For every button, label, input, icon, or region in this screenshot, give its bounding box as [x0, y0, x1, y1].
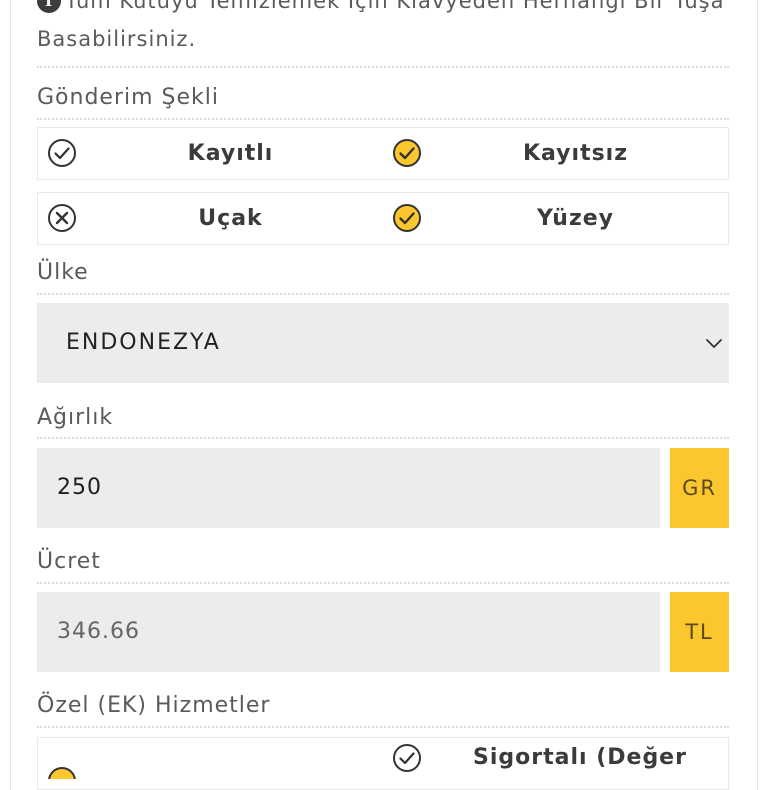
divider — [37, 437, 729, 439]
info-message: i Tüm Kutuyu Temizlemek İçin Klavyeden He… — [37, 0, 727, 58]
weight-label: Ağırlık — [37, 405, 114, 430]
divider — [37, 582, 729, 584]
option-ucak[interactable]: Uçak — [38, 193, 383, 244]
extra-services-row: Sigortalı (Değer — [37, 737, 729, 790]
chevron-down-icon — [706, 339, 722, 348]
shipping-options-row-2: Uçak Yüzey — [37, 192, 729, 245]
shipping-method-label: Gönderim Şekli — [37, 85, 219, 110]
weight-unit-badge: GR — [670, 448, 729, 528]
shipping-options-row-1: Kayıtlı Kayıtsız — [37, 127, 729, 180]
divider — [37, 293, 729, 295]
price-field: 346.66 — [37, 592, 660, 672]
x-circle-icon — [48, 204, 76, 232]
option-yuzey[interactable]: Yüzey — [383, 193, 728, 244]
option-kayitsiz[interactable]: Kayıtsız — [383, 128, 728, 179]
country-label: Ülke — [37, 260, 89, 285]
weight-input[interactable]: 250 — [37, 448, 660, 528]
weight-value: 250 — [57, 475, 102, 500]
check-circle-empty-icon — [48, 139, 76, 167]
country-select[interactable]: ENDONEZYA — [37, 303, 729, 383]
price-unit-badge: TL — [670, 592, 729, 672]
info-icon: i — [37, 0, 61, 13]
check-circle-filled-icon — [393, 204, 421, 232]
check-circle-empty-icon — [393, 744, 421, 772]
info-text: Tüm Kutuyu Temizlemek İçin Klavyeden Her… — [37, 0, 725, 51]
option-kayitli[interactable]: Kayıtlı — [38, 128, 383, 179]
extra-services-label: Özel (EK) Hizmetler — [37, 693, 271, 718]
option-label: Uçak — [198, 206, 263, 231]
check-circle-filled-icon — [48, 767, 76, 779]
country-value: ENDONEZYA — [66, 330, 221, 355]
divider — [37, 118, 729, 120]
option-label: Kayıtlı — [187, 141, 274, 166]
check-circle-filled-icon — [393, 139, 421, 167]
option-label: Kayıtsız — [522, 141, 629, 166]
option-label: Yüzey — [536, 206, 615, 231]
option-label: Sigortalı (Değer — [473, 745, 687, 770]
divider — [37, 726, 729, 728]
price-label: Ücret — [37, 549, 101, 574]
price-value: 346.66 — [57, 619, 140, 644]
extra-option-1[interactable] — [38, 738, 383, 789]
extra-option-2[interactable]: Sigortalı (Değer — [383, 738, 728, 789]
divider — [37, 66, 729, 68]
